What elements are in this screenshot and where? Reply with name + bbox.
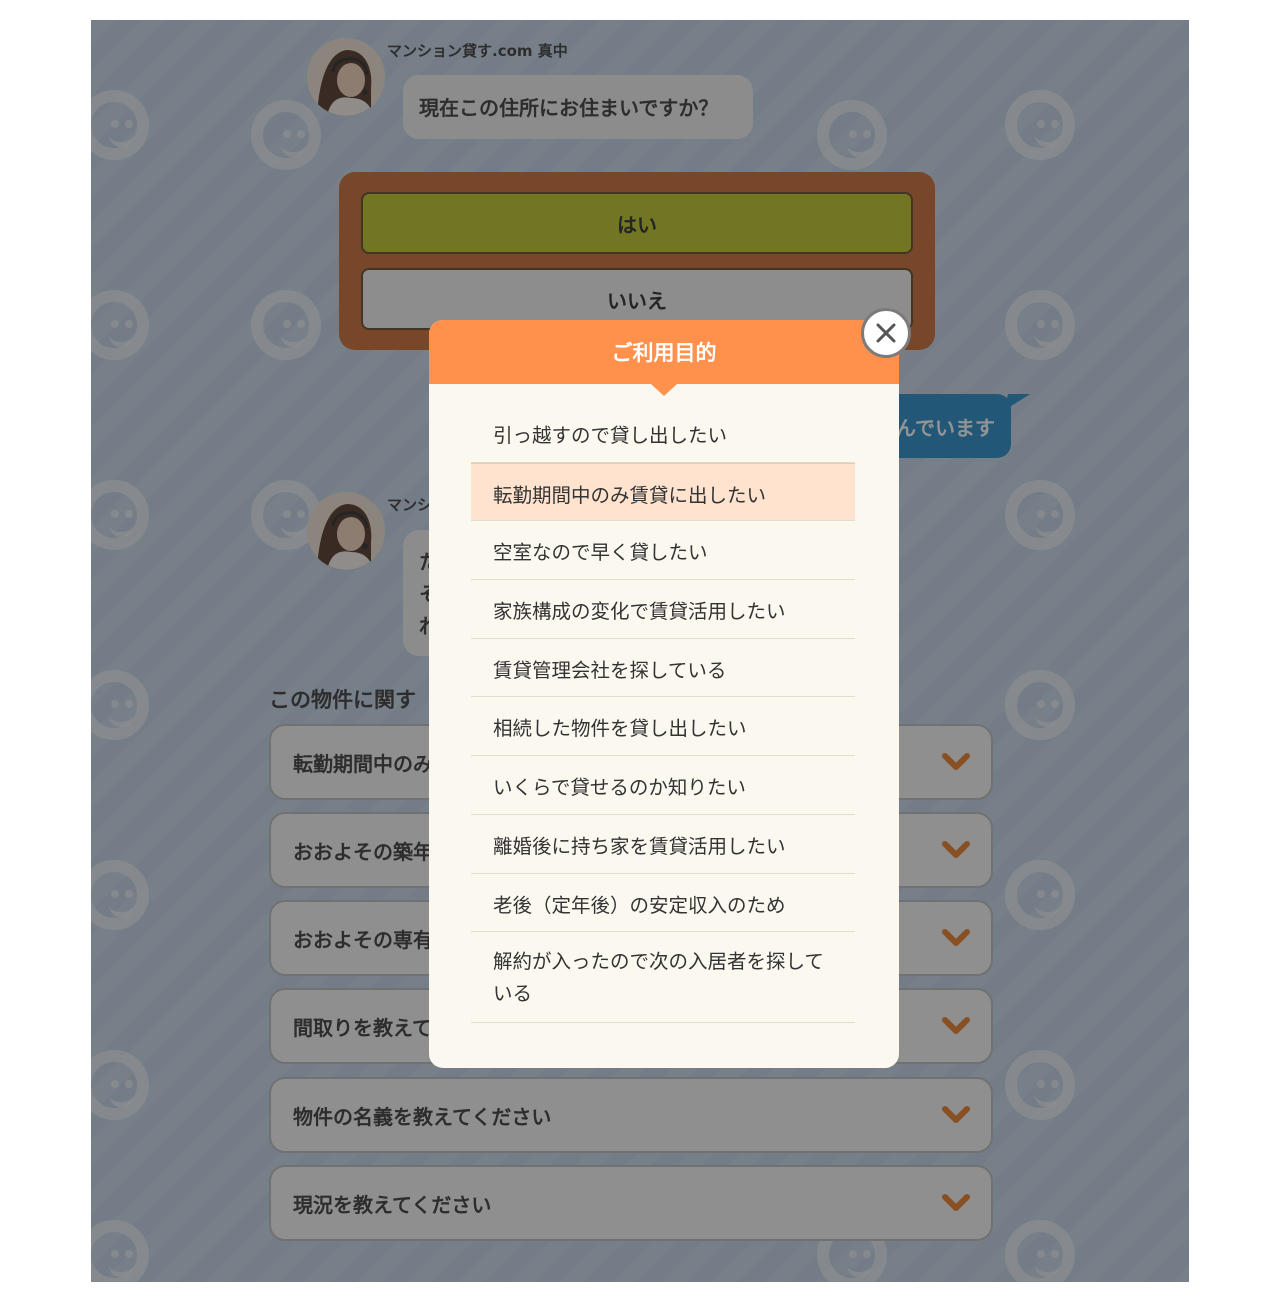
purpose-option[interactable]: 解約が入ったので次の入居者を探している bbox=[471, 932, 855, 1024]
purpose-option-selected[interactable]: 転勤期間中のみ賃貸に出したい bbox=[471, 462, 855, 522]
purpose-option[interactable]: 空室なので早く貸したい bbox=[471, 521, 855, 581]
purpose-modal: ご利用目的 引っ越すので貸し出したい 転勤期間中のみ賃貸に出したい 空室なので早… bbox=[429, 308, 911, 1068]
purpose-option[interactable]: 家族構成の変化で賃貸活用したい bbox=[471, 580, 855, 639]
modal-title: ご利用目的 bbox=[429, 320, 899, 396]
close-icon bbox=[876, 323, 896, 343]
close-button[interactable] bbox=[861, 308, 911, 358]
purpose-option[interactable]: 引っ越すので貸し出したい bbox=[471, 404, 855, 463]
purpose-option[interactable]: 相続した物件を貸し出したい bbox=[471, 697, 855, 757]
purpose-option[interactable]: 離婚後に持ち家を賃貸活用したい bbox=[471, 815, 855, 874]
purpose-option[interactable]: いくらで貸せるのか知りたい bbox=[471, 756, 855, 815]
purpose-option[interactable]: 賃貸管理会社を探している bbox=[471, 639, 855, 698]
purpose-option-list: 引っ越すので貸し出したい 転勤期間中のみ賃貸に出したい 空室なので早く貸したい … bbox=[471, 404, 855, 1024]
purpose-option[interactable]: 老後（定年後）の安定収入のため bbox=[471, 874, 855, 933]
